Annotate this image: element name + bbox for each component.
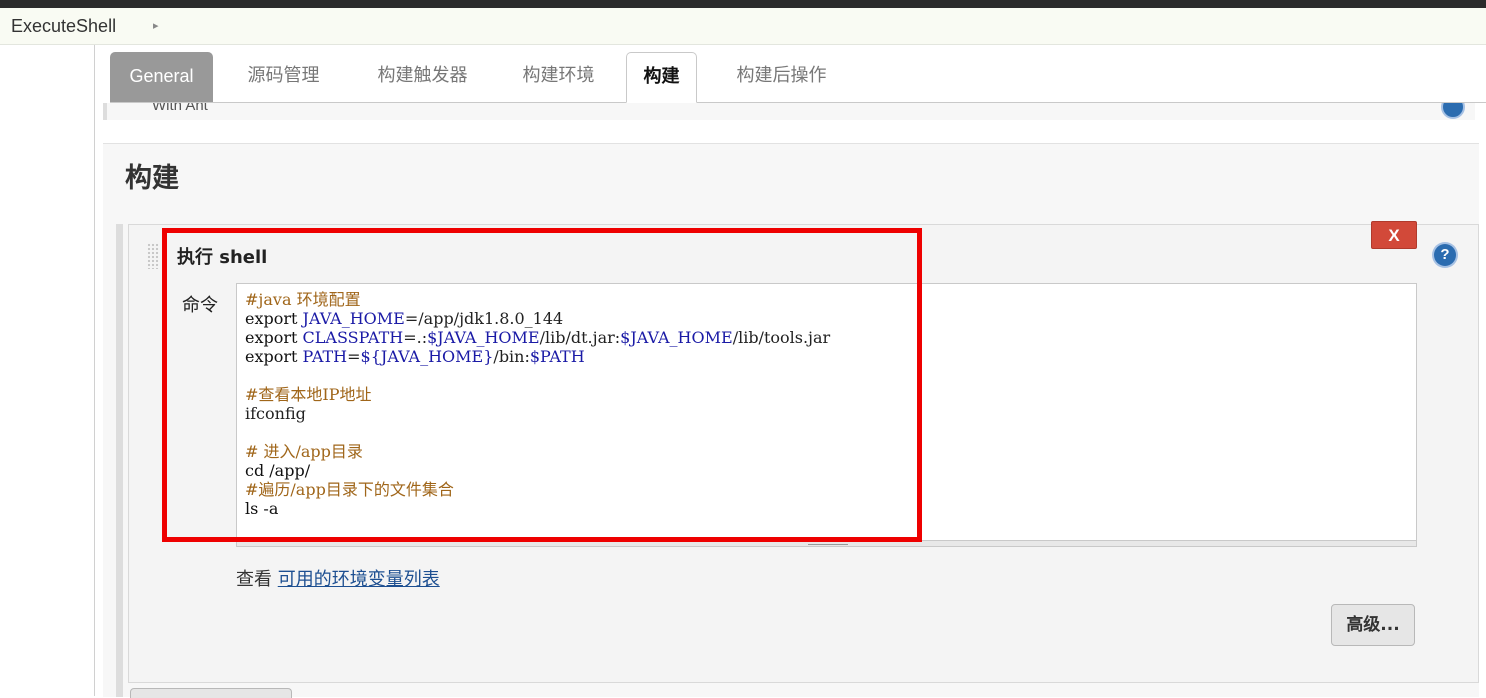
code-token: JAVA_HOME — [302, 309, 405, 328]
command-line: cd /app/ — [245, 461, 830, 480]
breadcrumb-item-executeshell[interactable]: ExecuteShell — [11, 16, 116, 37]
code-token: $PATH — [529, 347, 585, 366]
command-line: #java 环境配置 — [245, 290, 830, 309]
execute-shell-step: 执行 shell X ? 命令 #java 环境配置 export JAVA_HO… — [128, 221, 1479, 683]
command-line — [245, 423, 830, 442]
config-tabbar: General 源码管理 构建触发器 构建环境 构建 构建后操作 — [110, 52, 1486, 103]
previous-step-partial: With Ant — [103, 103, 1475, 120]
previous-step-label: With Ant — [152, 103, 208, 114]
tab-build[interactable]: 构建 — [626, 52, 697, 103]
advanced-button[interactable]: 高级... — [1331, 604, 1415, 646]
command-line: #遍历/app目录下的文件集合 — [245, 480, 830, 499]
code-token: ${JAVA_HOME} — [360, 347, 494, 366]
code-token: ls -a — [245, 499, 279, 518]
tab-build-triggers[interactable]: 构建触发器 — [355, 52, 490, 102]
tab-source-management[interactable]: 源码管理 — [227, 52, 340, 102]
code-token: /bin: — [493, 347, 530, 366]
tab-general[interactable]: General — [110, 52, 213, 102]
textarea-resize-handle[interactable] — [236, 541, 1417, 547]
tab-build-environment[interactable]: 构建环境 — [502, 52, 615, 102]
build-step-container: 执行 shell X ? 命令 #java 环境配置 export JAVA_HO… — [116, 221, 1479, 697]
command-line: export CLASSPATH=.:$JAVA_HOME/lib/dt.jar… — [245, 328, 830, 347]
command-line: #查看本地IP地址 — [245, 385, 830, 404]
top-bar — [0, 0, 1486, 8]
chevron-right-icon[interactable]: ▸ — [153, 19, 159, 32]
code-token: export — [245, 347, 303, 366]
code-token: export — [245, 309, 303, 328]
command-textarea[interactable]: #java 环境配置 export JAVA_HOME=/app/jdk1.8.0… — [236, 283, 1417, 541]
code-token: cd /app/ — [245, 461, 311, 480]
command-line: export JAVA_HOME=/app/jdk1.8.0_144 — [245, 309, 830, 328]
code-token: CLASSPATH — [302, 328, 404, 347]
code-token: # 进入/app目录 — [245, 442, 363, 461]
delete-step-button[interactable]: X — [1371, 221, 1417, 249]
job-config-main: General 源码管理 构建触发器 构建环境 构建 构建后操作 With An… — [95, 45, 1486, 698]
code-token: PATH — [302, 347, 348, 366]
code-token: /lib/dt.jar: — [539, 328, 621, 347]
code-token: ifconfig — [245, 404, 306, 423]
step-title: 执行 shell — [177, 247, 268, 268]
breadcrumb: ExecuteShell ▸ — [0, 8, 1486, 45]
tab-post-build-actions[interactable]: 构建后操作 — [714, 52, 849, 102]
help-icon[interactable] — [1441, 103, 1465, 119]
build-section: 构建 执行 shell X ? 命令 #java 环境配置 export JAVA… — [103, 143, 1479, 697]
command-label: 命令 — [182, 295, 218, 316]
code-token: $JAVA_HOME — [427, 328, 540, 347]
help-icon[interactable]: ? — [1434, 244, 1456, 266]
code-token: #java 环境配置 — [245, 290, 361, 309]
command-line: # 进入/app目录 — [245, 442, 830, 461]
code-token: #查看本地IP地址 — [245, 385, 372, 404]
command-line: export PATH=${JAVA_HOME}/bin:$PATH — [245, 347, 830, 366]
resize-grip-icon[interactable] — [808, 541, 848, 545]
code-token: =.: — [403, 328, 428, 347]
env-vars-link[interactable]: 可用的环境变量列表 — [278, 569, 440, 590]
command-line: ifconfig — [245, 404, 830, 423]
command-line: ls -a — [245, 499, 830, 518]
section-title: 构建 — [125, 163, 179, 194]
left-sidebar — [0, 45, 95, 696]
code-token: #遍历/app目录下的文件集合 — [245, 480, 454, 499]
add-build-step-button[interactable] — [130, 688, 292, 698]
code-token: /lib/tools.jar — [732, 328, 831, 347]
code-token: $JAVA_HOME — [620, 328, 733, 347]
code-token: =/app/jdk1.8.0_144 — [404, 309, 564, 328]
command-text[interactable]: #java 环境配置 export JAVA_HOME=/app/jdk1.8.0… — [245, 290, 830, 518]
command-line — [245, 366, 830, 385]
code-token: = — [347, 347, 361, 366]
env-vars-prefix: 查看 — [236, 569, 278, 590]
env-vars-line: 查看 可用的环境变量列表 — [236, 565, 440, 591]
drag-handle-icon[interactable] — [147, 243, 159, 269]
code-token: export — [245, 328, 303, 347]
